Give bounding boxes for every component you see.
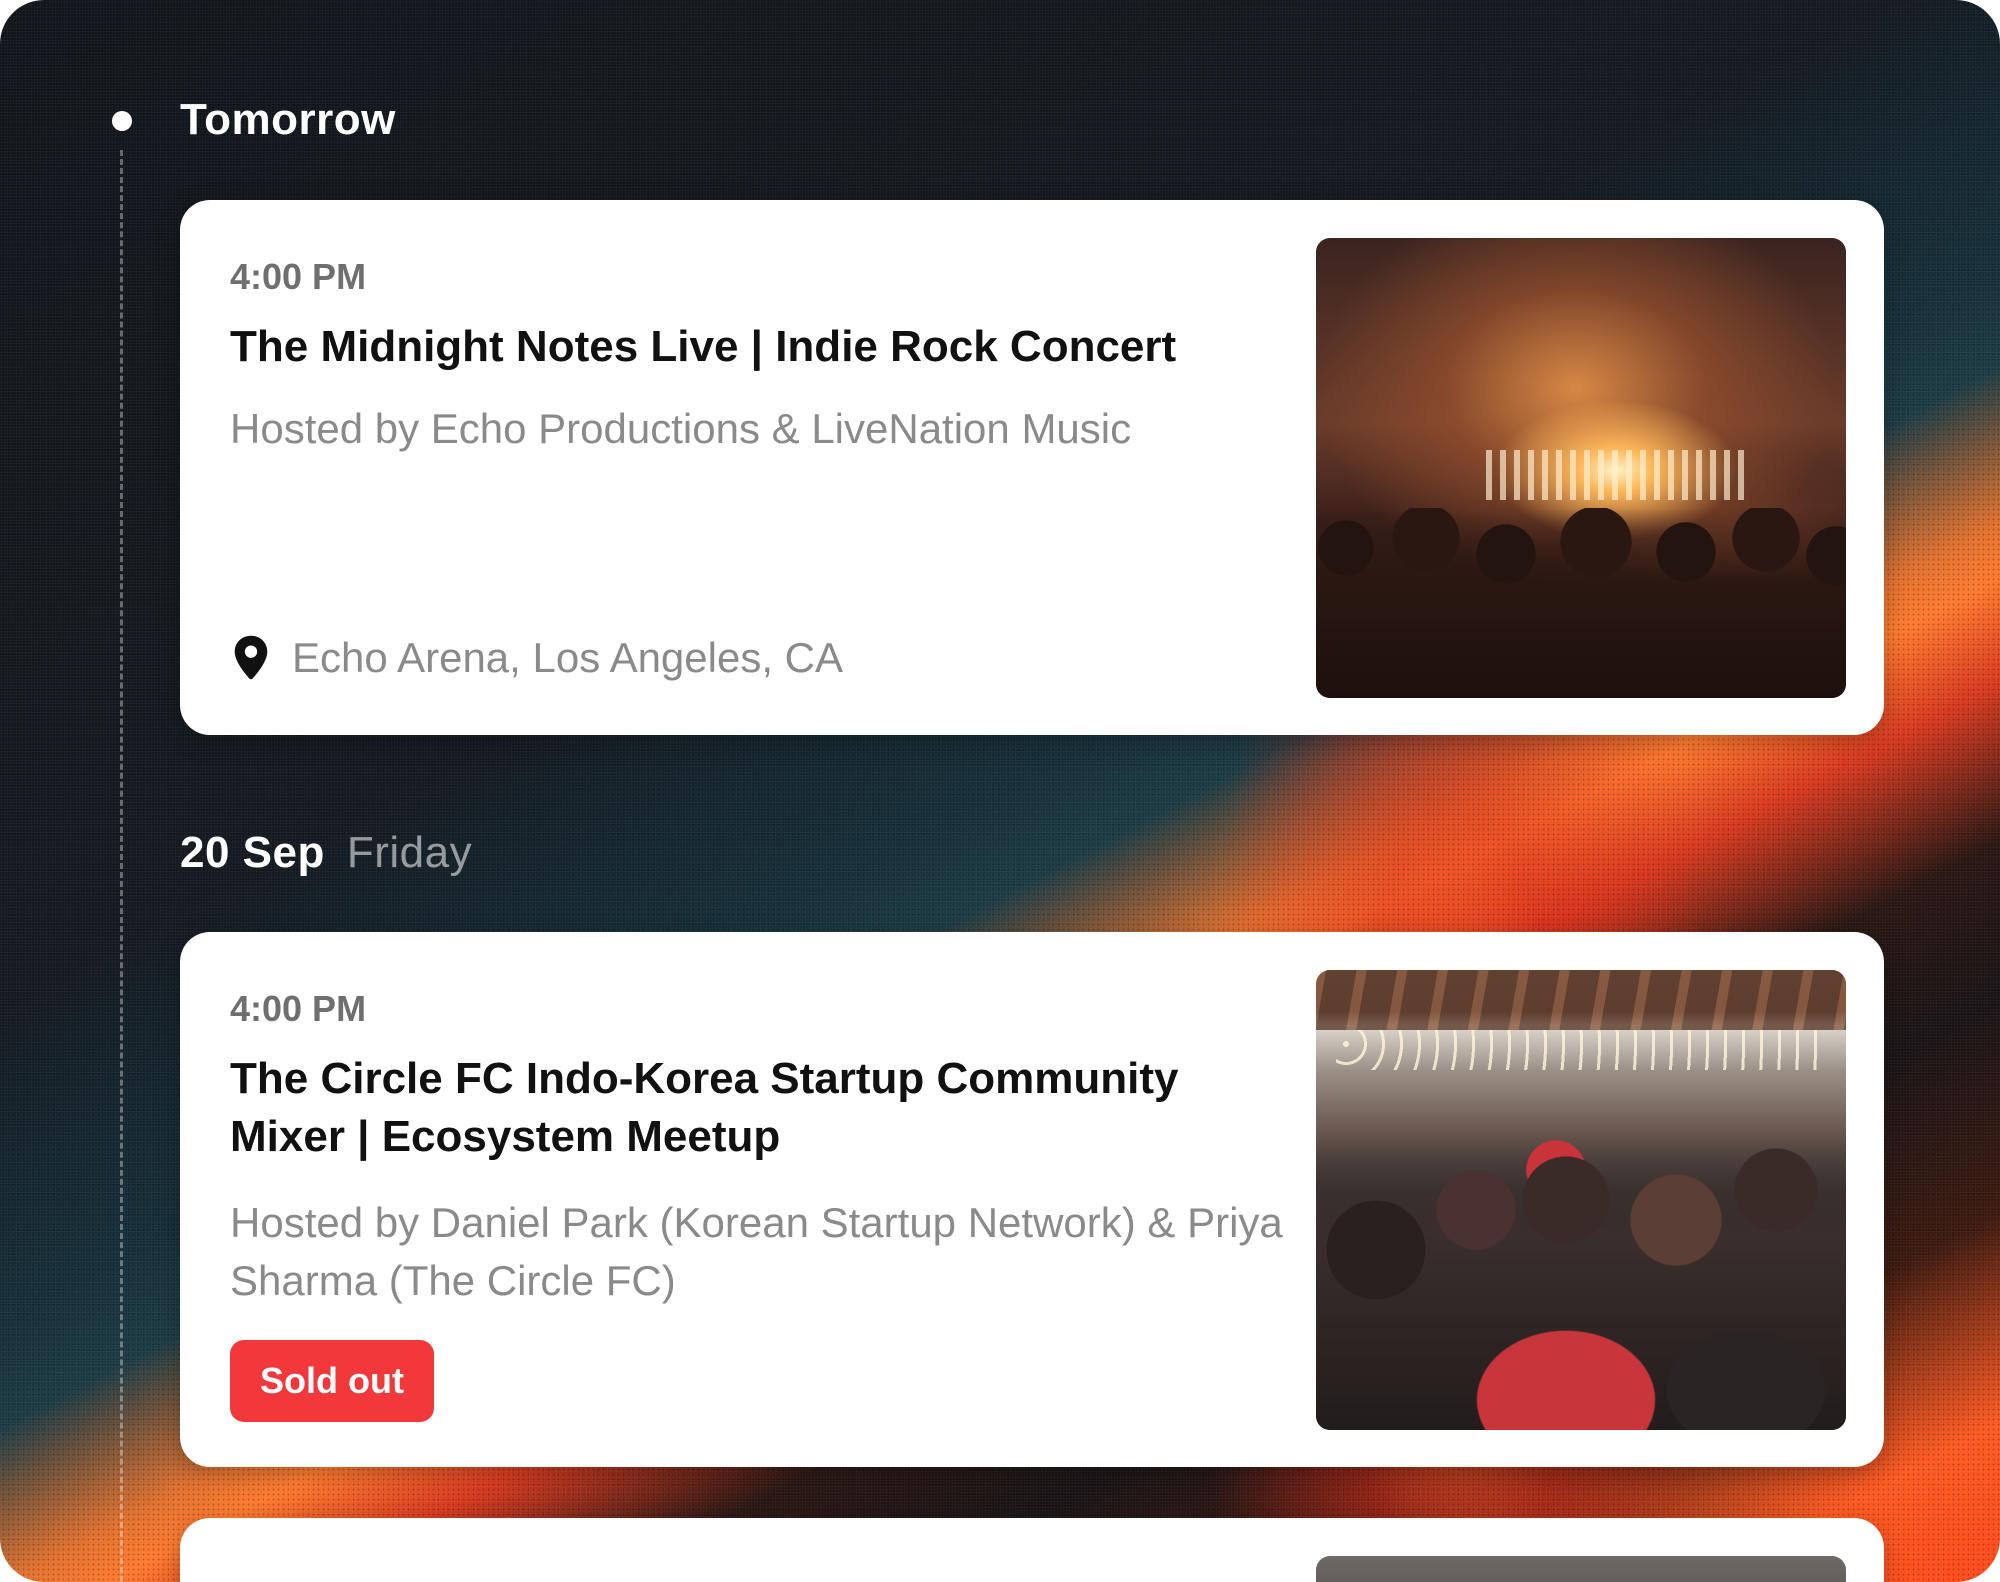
timeline-line	[120, 150, 123, 1582]
event-host: Hosted by Echo Productions & LiveNation …	[230, 405, 1132, 452]
day-weekday: Friday	[346, 828, 473, 877]
day-label: 20 Sep	[180, 828, 325, 877]
event-host: Hosted by Daniel Park (Korean Startup Ne…	[230, 1199, 1283, 1304]
string-lights	[1336, 1030, 1826, 1070]
event-card-next[interactable]	[180, 1518, 1884, 1582]
pergola-beams	[1316, 970, 1846, 1030]
crowd-people	[1316, 1130, 1846, 1430]
events-timeline-panel: Tomorrow 4:00 PM The Midnight Notes Live…	[0, 0, 2000, 1582]
day-heading-tomorrow: Tomorrow	[180, 95, 396, 145]
event-title[interactable]: The Circle FC Indo-Korea Startup Communi…	[230, 1050, 1290, 1166]
location-pin-icon	[234, 635, 268, 680]
sold-out-badge: Sold out	[230, 1340, 434, 1422]
event-title[interactable]: The Midnight Notes Live | Indie Rock Con…	[230, 318, 1290, 376]
event-location: Echo Arena, Los Angeles, CA	[230, 628, 843, 688]
event-card-circle-fc-mixer[interactable]: 4:00 PM The Circle FC Indo-Korea Startup…	[180, 932, 1884, 1467]
event-image-next[interactable]	[1316, 1556, 1846, 1582]
event-image-concert[interactable]	[1316, 238, 1846, 698]
day-label: Tomorrow	[180, 95, 396, 144]
event-time: 4:00 PM	[230, 988, 367, 1029]
event-image-mixer[interactable]	[1316, 970, 1846, 1430]
day-heading-20-sep: 20 Sep Friday	[180, 828, 472, 878]
stage-lights	[1486, 450, 1746, 500]
crowd-silhouette	[1316, 508, 1846, 698]
event-location-text: Echo Arena, Los Angeles, CA	[292, 634, 844, 681]
event-time: 4:00 PM	[230, 256, 367, 297]
event-card-midnight-notes[interactable]: 4:00 PM The Midnight Notes Live | Indie …	[180, 200, 1884, 735]
timeline-dot	[112, 111, 132, 131]
